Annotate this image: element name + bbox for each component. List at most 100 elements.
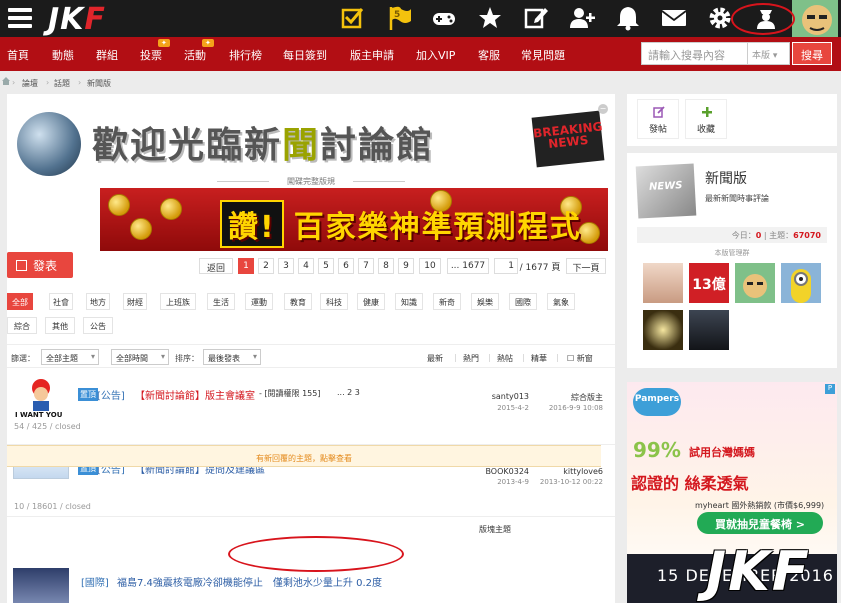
avatar[interactable]: 13億 (689, 263, 729, 303)
topic-filter-select[interactable]: 全部主題 (41, 349, 99, 365)
avatar[interactable] (689, 310, 729, 350)
pager-page[interactable]: 6 (338, 258, 354, 274)
ad-cta-button[interactable]: 買就抽兒童餐椅 > (697, 512, 823, 534)
avatar[interactable] (735, 263, 775, 303)
breadcrumb-current[interactable]: 新聞版 (87, 78, 111, 89)
pager-next[interactable]: 下一頁 (566, 258, 606, 274)
menu-icon[interactable] (8, 8, 32, 28)
add-friend-icon[interactable] (568, 4, 596, 32)
nav-vote[interactable]: 投票 ✦ (140, 39, 170, 63)
tag-item[interactable]: 生活 (207, 293, 235, 310)
nav-faq[interactable]: 常見問題 (521, 47, 565, 63)
new-post-button[interactable]: 發表 (7, 252, 73, 278)
sort-select[interactable]: 最後發表 (203, 349, 261, 365)
nav-events[interactable]: 活動 ✦ (184, 39, 214, 63)
collapse-icon[interactable]: − (598, 104, 608, 114)
thread-title[interactable]: 【新聞討論館】版主會議室 (135, 387, 255, 402)
pager-page[interactable]: 1 (238, 258, 254, 274)
search-input[interactable]: 請輸入搜尋內容 (641, 42, 748, 65)
flag-icon[interactable]: 5 (386, 4, 414, 32)
tag-item[interactable]: 運動 (245, 293, 273, 310)
tag-item[interactable]: 財經 (123, 293, 147, 310)
tag-all[interactable]: 全部 (7, 293, 33, 310)
tag-item[interactable]: 國際 (509, 293, 537, 310)
tag-item[interactable]: 其他 (45, 317, 75, 334)
thread-last-author[interactable]: 綜合版主 (533, 392, 603, 403)
nav-activity[interactable]: 動態 (52, 47, 74, 63)
nav-groups[interactable]: 群組 (96, 47, 118, 63)
pager-page[interactable]: 2 (258, 258, 274, 274)
bell-icon[interactable] (614, 4, 642, 32)
tag-item[interactable]: 健康 (357, 293, 385, 310)
nav-support[interactable]: 客服 (478, 47, 500, 63)
breadcrumb-topic[interactable]: 話題 (54, 78, 70, 89)
tag-item[interactable]: 新奇 (433, 293, 461, 310)
star-icon[interactable] (476, 4, 504, 32)
search-button[interactable]: 搜尋 (792, 42, 832, 65)
pager-page[interactable]: 8 (378, 258, 394, 274)
gear-icon[interactable] (706, 4, 734, 32)
moderators-label: 本版管理群 (714, 249, 750, 257)
table-row[interactable]: I WANT YOU 置頂 [公告] 【新聞討論館】版主會議室 - [閱讀權限 … (7, 373, 615, 445)
tag-item[interactable]: 地方 (86, 293, 110, 310)
pager-back[interactable]: 返回 (199, 258, 233, 274)
sidebar-post-button[interactable]: 發帖 (637, 99, 679, 139)
edit-icon[interactable] (522, 4, 550, 32)
home-icon[interactable] (2, 77, 10, 85)
breaking-news-image: BREAKING NEWS (531, 110, 605, 168)
avatar[interactable] (643, 263, 683, 303)
pager-last[interactable]: ... 1677 (447, 258, 489, 274)
thread-author[interactable]: santy013 (459, 392, 529, 401)
breadcrumb: › 論壇 › 話題 › 新聞版 (0, 71, 841, 93)
filter-latest[interactable]: 最新 (427, 353, 443, 364)
avatar[interactable] (781, 263, 821, 303)
thread-thumbnail (13, 568, 69, 603)
thread-pages[interactable]: ... 2 3 (337, 388, 360, 397)
thread-category[interactable]: [國際] (81, 574, 109, 589)
nav-home[interactable]: 首頁 (7, 47, 29, 63)
nav-apply-mod[interactable]: 版主申請 (350, 47, 394, 63)
filter-digest[interactable]: 精華 (531, 353, 547, 364)
promo-text: 百家樂神準預測程式 (293, 210, 582, 245)
pager-page[interactable]: 4 (298, 258, 314, 274)
tag-item[interactable]: 氣象 (547, 293, 575, 310)
sidebar-fav-button[interactable]: 收藏 (685, 99, 727, 139)
thread-author[interactable]: BOOK0324 (459, 467, 529, 476)
tag-item[interactable]: 公告 (83, 317, 113, 334)
site-logo[interactable]: JKF (48, 2, 106, 37)
tag-item[interactable]: 社會 (49, 293, 73, 310)
search-scope-select[interactable]: 本版 ▾ (748, 42, 790, 65)
gamepad-icon[interactable] (430, 4, 458, 32)
tag-item[interactable]: 綜合 (7, 317, 37, 334)
thread-category[interactable]: [公告] (97, 387, 125, 402)
mail-icon[interactable] (660, 4, 688, 32)
pager-page[interactable]: 3 (278, 258, 294, 274)
breadcrumb-forum[interactable]: 論壇 (22, 78, 38, 89)
filter-hot[interactable]: 熱門 (463, 353, 479, 364)
tag-item[interactable]: 科技 (320, 293, 348, 310)
tag-item[interactable]: 教育 (284, 293, 312, 310)
time-filter-select[interactable]: 全部時間 (111, 349, 169, 365)
avatar[interactable] (643, 310, 683, 350)
pager-page[interactable]: 5 (318, 258, 334, 274)
nav-join-vip[interactable]: 加入VIP (416, 47, 455, 63)
task-check-icon[interactable] (338, 4, 366, 32)
pager-page[interactable]: 9 (398, 258, 414, 274)
nav-ranking[interactable]: 排行榜 (229, 47, 262, 63)
filter-hot-thread[interactable]: 熱帖 (497, 353, 513, 364)
pager-page[interactable]: 7 (358, 258, 374, 274)
plus-icon (702, 107, 712, 117)
pager-page[interactable]: 10 (419, 258, 441, 274)
coin-icon (108, 194, 130, 216)
thread-title[interactable]: 福島7.4強震核電廠冷卻機能停止 僅剩池水少量上升 0.2度 (117, 574, 382, 589)
nav-checkin[interactable]: 每日簽到 (283, 47, 327, 63)
promo-banner[interactable]: 讚! 百家樂神準預測程式 (100, 188, 608, 251)
tag-item[interactable]: 娛樂 (471, 293, 499, 310)
thread-last-author[interactable]: kittylove6 (533, 467, 603, 476)
new-reply-notice[interactable]: 有新回覆的主題，點擊查看 (7, 445, 601, 467)
tag-item[interactable]: 上班族 (160, 293, 196, 310)
new-window-checkbox[interactable]: ☐ 新窗 (567, 353, 593, 364)
page-jump-input[interactable]: 1 (494, 258, 518, 274)
user-avatar[interactable] (792, 0, 838, 37)
tag-item[interactable]: 知識 (395, 293, 423, 310)
